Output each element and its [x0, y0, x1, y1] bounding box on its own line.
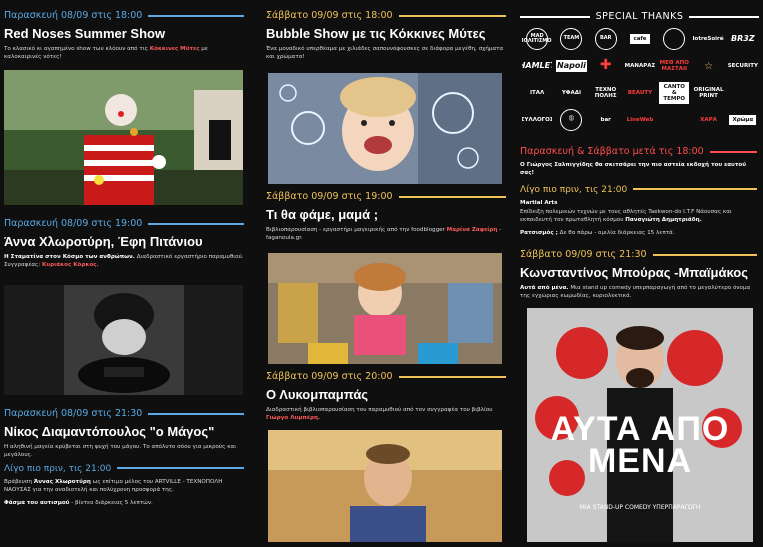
event-sketches: Παρασκευή & Σάββατο μετά τις 18:00 Ο Γιώ… [520, 146, 757, 237]
event-title: Τι θα φάμε, μαμά ; [266, 207, 379, 222]
sponsor-logo: ΜΑΝΑΡΑΣ [624, 62, 656, 69]
foodblogger-photo [268, 253, 502, 364]
sponsor-logo: CANTO & TEMPO [659, 82, 690, 104]
event-title: Ο Λυκομπαμπάς [266, 387, 369, 402]
event-description: Ένα μοναδικό υπερθέαμα με χιλιάδες σαπου… [266, 46, 504, 61]
sponsor-logo: ΜΕΘ ΑΠΟ ΜΑΣΤΑΙΙ [659, 59, 689, 72]
divider [148, 222, 244, 225]
event-description: Αυτά από μένα. Μια stand up comedy υπερπ… [520, 285, 751, 300]
sponsor-logo [659, 109, 689, 131]
martial-arts-description: Επίδειξη πολεμικών τεχνών με τους αθλητέ… [520, 209, 732, 224]
magician-photo [4, 285, 243, 395]
sponsor-logo: Napoli [556, 55, 587, 77]
sponsor-logo: BAR [591, 28, 621, 50]
martial-arts-title: Martial Arts [520, 200, 558, 207]
event-description: Η αληθινή μαγεία κρύβεται στη ψυχή του μ… [4, 444, 237, 459]
poster-subtitle: MIA STAND-UP COMEDY ΥΠΕΡΠΑΡΑΓΩΓΗ [579, 504, 701, 511]
event-date: Σάββατο 09/09 στις 20:00 [266, 371, 393, 382]
event-title: Άννα Χλωροτύρη, Έφη Πιτάνιου [4, 234, 203, 249]
divider [520, 15, 590, 18]
event-description: Ο Γιώργος Σαλπιγγίδης θα σκιτσάρει την π… [520, 162, 747, 177]
sponsor-logo: ΤΕΧΝΟ ΠΟΛΗΣ [594, 86, 617, 99]
divider [148, 14, 244, 17]
event-flyer: Παρασκευή 08/09 στις 18:00 Red Noses Sum… [0, 0, 763, 547]
divider [398, 195, 506, 198]
event-description: Διαδραστική βιβλιοπαρουσίαση του παραμυθ… [266, 407, 493, 422]
sponsor-logo: BR3Z [731, 33, 755, 43]
column-saturday: Σάββατο 09/09 στις 18:00 Bubble Show με … [262, 0, 512, 547]
bubble-child-photo [268, 73, 502, 184]
poster-title: ΑΥΤΑ ΑΠΟ ΜΕΝΑ [550, 410, 730, 481]
sponsor-logo: Ⓢ [556, 109, 586, 131]
event-date: Σάββατο 09/09 στις 19:00 [266, 191, 393, 202]
event-date: Παρασκευή 08/09 στις 19:00 [4, 218, 143, 229]
event-title: Red Noses Summer Show [4, 26, 166, 41]
sponsor-logo: BEAUTY [627, 89, 653, 96]
column-thanks: SPECIAL THANKS MAD ΠΟΛΙΤΙΣΜΟΣ TEAM BAR c… [516, 0, 763, 547]
event-description: Βιβλιοπαρουσίαση - εργαστήρι μαγειρικής … [266, 227, 502, 242]
column-friday: Παρασκευή 08/09 στις 18:00 Red Noses Sum… [0, 0, 250, 547]
comedy-poster: ΑΥΤΑ ΑΠΟ ΜΕΝΑ MIA STAND-UP COMEDY ΥΠΕΡΠΑ… [527, 308, 753, 542]
sub-heading: Λίγο πιο πριν, τις 21:00 [4, 464, 112, 475]
divider [117, 467, 244, 470]
author-photo [268, 430, 502, 542]
divider [398, 375, 506, 378]
sponsor-logo [659, 28, 689, 50]
clown-photo [4, 70, 243, 205]
thanks-header: SPECIAL THANKS [520, 11, 760, 22]
event-description: Η Σταματίνα στον Κόσμο των ανθρώπων. Δια… [4, 254, 244, 269]
sponsor-logo: Χρώμα [728, 109, 758, 131]
racism-description: Ρατσισμός ; Δε θα πάρω - ομιλία διάρκεια… [520, 229, 675, 236]
sponsor-logo: bar [600, 116, 611, 123]
event-date: Παρασκευή 08/09 στις 21:30 [4, 408, 143, 419]
divider [398, 14, 506, 17]
sponsor-logo: ΣΥΛΛΟΓΟΣ [522, 116, 553, 123]
event-date: Σάββατο 09/09 στις 21:30 [520, 249, 647, 260]
sponsor-logo: cafe [625, 28, 655, 50]
event-bubble-show: Σάββατο 09/09 στις 18:00 Bubble Show με … [266, 10, 506, 61]
sponsor-logo: ΥΦΑΔΙ [561, 89, 582, 96]
event-title: Κωνσταντίνος Μπούρας -Μπαϊμάκος [520, 265, 748, 280]
thanks-title: SPECIAL THANKS [595, 11, 684, 22]
divider [689, 15, 760, 18]
video-description: Φάσμα του αυτισμού - βίντεο διάρκειας 5 … [4, 500, 153, 507]
event-title: Νίκος Διαμαντόπουλος "ο Μάγος" [4, 424, 215, 439]
divider [148, 412, 244, 415]
event-date: Παρασκευή 08/09 στις 18:00 [4, 10, 143, 21]
event-date: Παρασκευή & Σάββατο μετά τις 18:00 [520, 146, 704, 157]
sponsor-logos: MAD ΠΟΛΙΤΙΣΜΟΣ TEAM BAR cafe NotreSoirée… [522, 28, 758, 131]
divider [652, 253, 757, 256]
award-description: Βράβευση Άννας Χλωροτύρη ως επίτιμο μέλο… [4, 479, 223, 494]
divider [633, 188, 757, 191]
divider [709, 150, 757, 153]
event-comedy: Σάββατο 09/09 στις 21:30 Κωνσταντίνος Μπ… [520, 249, 757, 300]
sponsor-logo: ✚ [599, 57, 612, 74]
event-red-noses: Παρασκευή 08/09 στις 18:00 Red Noses Sum… [4, 10, 244, 61]
sponsor-logo: ORIGINAL PRINT [693, 86, 724, 99]
sponsor-logo: TEAM [556, 28, 586, 50]
event-date: Σάββατο 09/09 στις 18:00 [266, 10, 393, 21]
sponsor-logo: HAMLET [522, 60, 552, 70]
sponsor-logo [728, 82, 758, 104]
sponsor-logo: LineWeb [626, 116, 654, 123]
event-description: Το κλασικό κι αγαπημένο show των κλόουν … [4, 46, 208, 61]
sub-heading: Λίγο πιο πριν, τις 21:00 [520, 185, 628, 196]
event-magician: Παρασκευή 08/09 στις 21:30 Νίκος Διαμαντ… [4, 408, 244, 508]
event-lykobabas: Σάββατο 09/09 στις 20:00 Ο Λυκομπαμπάς Δ… [266, 371, 506, 422]
event-cooking-book: Σάββατο 09/09 στις 19:00 Τι θα φάμε, μαμ… [266, 191, 506, 242]
sponsor-logo: SECURITY [727, 62, 758, 69]
sponsor-logo: ΙΤΑΛ [529, 89, 545, 96]
sponsor-logo: MAD ΠΟΛΙΤΙΣΜΟΣ [522, 28, 552, 50]
event-anna-efi: Παρασκευή 08/09 στις 19:00 Άννα Χλωροτύρ… [4, 218, 244, 269]
sponsor-logo: ΧΑΡΑ [700, 116, 717, 123]
event-title: Bubble Show με τις Κόκκινες Μύτες [266, 26, 486, 41]
sponsor-logo: NotreSoirée [693, 35, 724, 42]
sponsor-logo: ☆ [704, 60, 714, 72]
